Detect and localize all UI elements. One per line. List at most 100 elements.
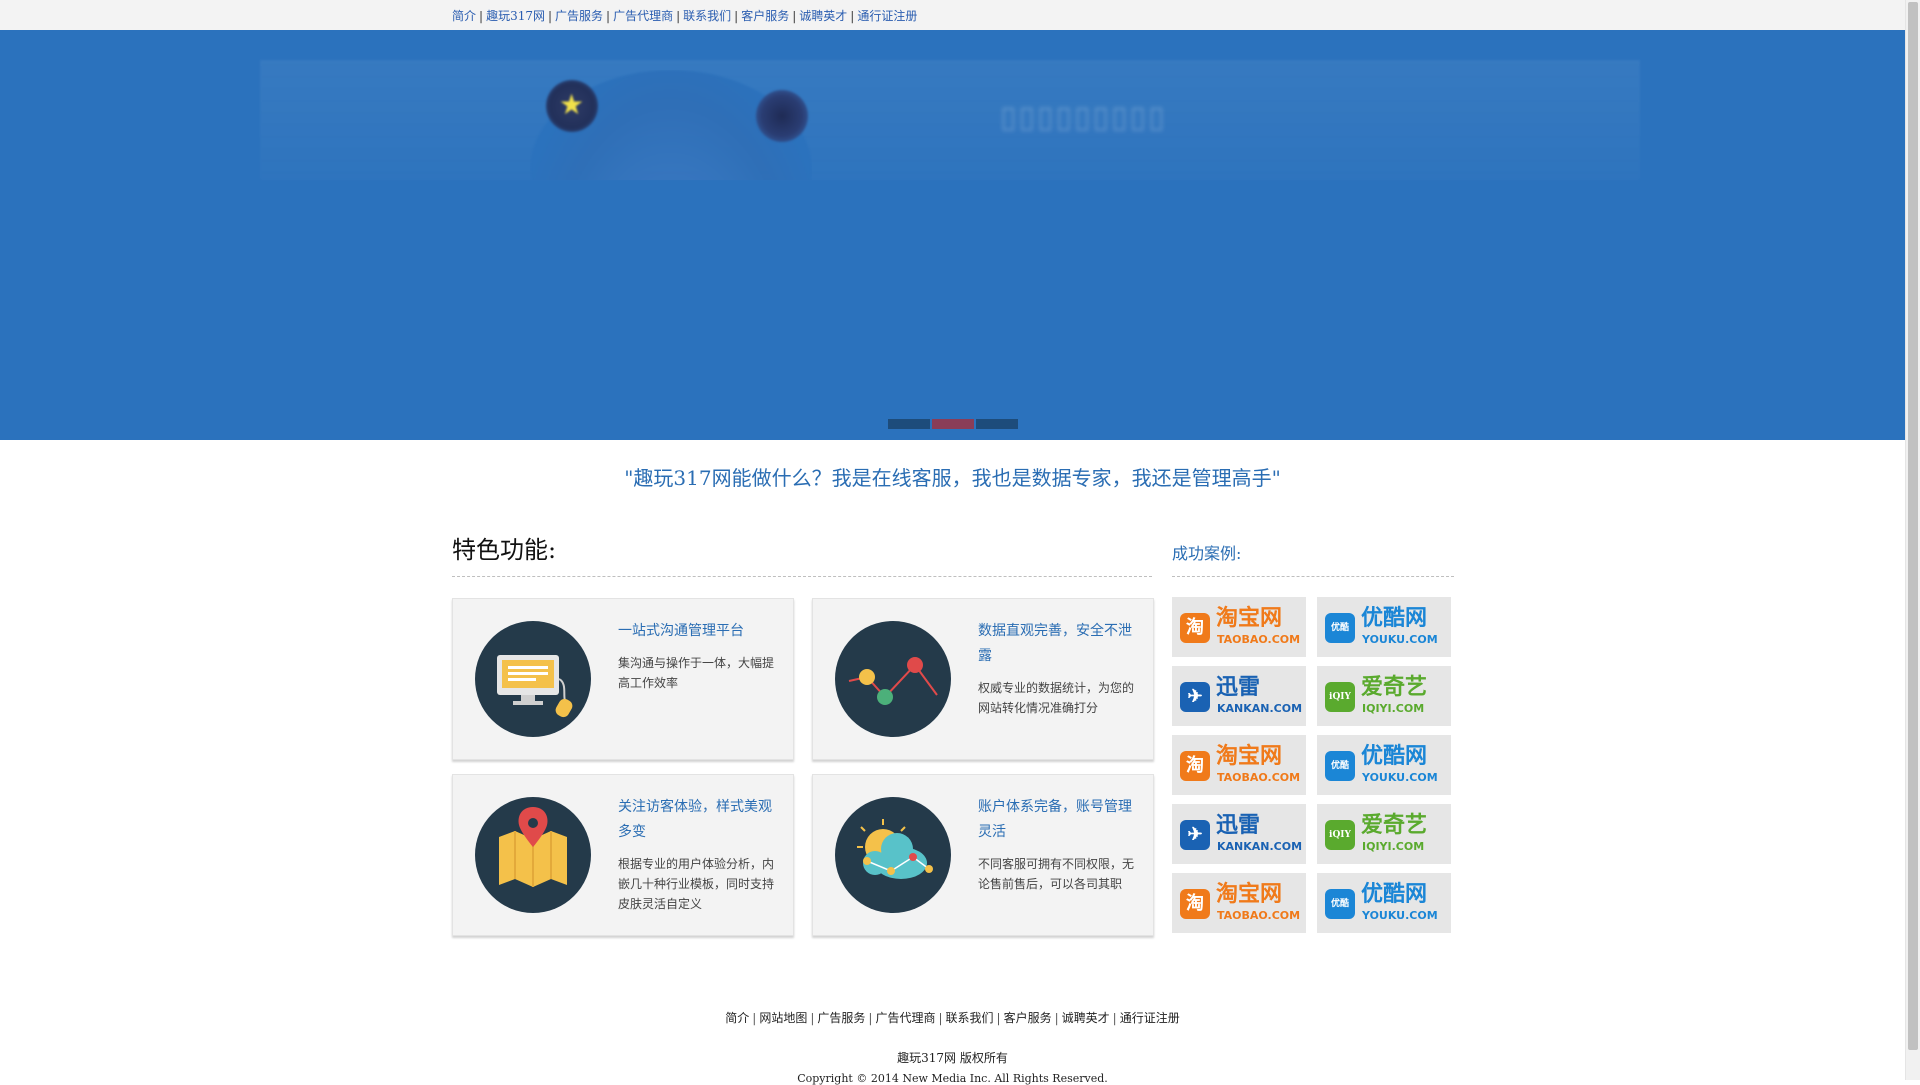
footer-link-ad-service[interactable]: 广告服务 bbox=[817, 1011, 865, 1025]
banner-image-strip bbox=[260, 60, 1640, 180]
footer-link-sitemap[interactable]: 网站地图 bbox=[759, 1011, 807, 1025]
footer-nav: 简介 | 网站地图 | 广告服务 | 广告代理商 | 联系我们 | 客户服务 | 诚聘英才 | 通行证注册 bbox=[0, 1009, 1905, 1026]
top-nav-home[interactable]: 趣玩317网 bbox=[486, 9, 545, 23]
brand-mark-icon: 优酷 bbox=[1325, 889, 1355, 919]
case-logo-name: 优酷网 bbox=[1361, 605, 1428, 631]
footer-link-intro[interactable]: 简介 bbox=[725, 1011, 749, 1025]
case-logo-domain: KANKAN.COM bbox=[1217, 840, 1303, 853]
feature-card-desc: 根据专业的用户体验分析，内嵌几十种行业模板，同时支持皮肤灵活自定义 bbox=[618, 857, 775, 911]
feature-card-3: 关注访客体验，样式美观多变 根据专业的用户体验分析，内嵌几十种行业模板，同时支持… bbox=[452, 774, 794, 936]
case-logo-tile[interactable]: 淘淘宝网 TAOBAO.COM bbox=[1172, 735, 1306, 795]
case-logo-name: 爱奇艺 bbox=[1361, 674, 1428, 700]
brand-mark-icon: 淘 bbox=[1180, 613, 1210, 643]
cloud-network-icon bbox=[835, 797, 951, 913]
case-logo-tile[interactable]: 优酷 优酷网 YOUKU.COM bbox=[1317, 735, 1451, 795]
nav-separator: | bbox=[868, 1011, 873, 1025]
monitor-icon bbox=[475, 621, 591, 737]
case-logo-domain: IQIYI.COM bbox=[1362, 840, 1425, 853]
nav-separator: | bbox=[1112, 1011, 1117, 1025]
case-logo-domain: TAOBAO.COM bbox=[1217, 771, 1301, 784]
top-nav-register[interactable]: 通行证注册 bbox=[857, 9, 917, 23]
case-logo-name: 淘宝网 bbox=[1216, 743, 1283, 769]
feature-card-title: 一站式沟通管理平台 bbox=[618, 623, 744, 639]
nav-separator: | bbox=[1054, 1011, 1059, 1025]
footer-copyright-en: Copyright © 2014 New Media Inc. All Righ… bbox=[797, 1072, 1108, 1085]
case-logo-name: 爱奇艺 bbox=[1361, 812, 1428, 838]
brand-mark-icon: iQIY bbox=[1325, 682, 1355, 712]
feature-card-1: 一站式沟通管理平台 集沟通与操作于一体，大幅提高工作效率 bbox=[452, 598, 794, 760]
line-chart-icon bbox=[835, 621, 951, 737]
brand-mark-icon: 优酷 bbox=[1325, 613, 1355, 643]
feature-card-desc: 集沟通与操作于一体，大幅提高工作效率 bbox=[618, 656, 775, 690]
case-logo-name: 优酷网 bbox=[1361, 743, 1428, 769]
case-logo-domain: KANKAN.COM bbox=[1217, 702, 1303, 715]
top-nav: 简介 | 趣玩317网 | 广告服务 | 广告代理商 | 联系我们 | 客户服务 | 诚聘英才 | 通行证注… bbox=[452, 7, 917, 24]
feature-card-desc: 不同客服可拥有不同权限，无论售前售后，可以各司其职 bbox=[978, 857, 1135, 891]
footer-link-careers[interactable]: 诚聘英才 bbox=[1062, 1011, 1110, 1025]
case-logo-name: 淘宝网 bbox=[1216, 605, 1283, 631]
case-logo-name: 优酷网 bbox=[1361, 881, 1428, 907]
tagline: "趣玩317网能做什么？我是在线客服，我也是数据专家，我还是管理高手" bbox=[624, 466, 1281, 490]
feature-card-2: 数据直观完善，安全不泄露 权威专业的数据统计，为您的网站转化情况准确打分 bbox=[812, 598, 1154, 760]
case-logo-domain: TAOBAO.COM bbox=[1217, 909, 1301, 922]
footer-copyright: 趣玩317网 版权所有 bbox=[897, 1051, 1008, 1065]
brand-mark-icon: ✈ bbox=[1180, 820, 1210, 850]
brand-mark-icon: ✈ bbox=[1180, 682, 1210, 712]
features-heading: 特色功能: bbox=[452, 536, 557, 564]
case-logo-tile[interactable]: 优酷 优酷网 YOUKU.COM bbox=[1317, 873, 1451, 933]
feature-card-title: 账户体系完备，账号管理灵活 bbox=[978, 799, 1132, 840]
banner-blurred-text: ▯▯▯▯▯▯▯▯▯ bbox=[1000, 100, 1167, 135]
nav-separator: | bbox=[810, 1011, 815, 1025]
top-nav-contact[interactable]: 联系我们 bbox=[683, 9, 731, 23]
case-logo-domain: YOUKU.COM bbox=[1362, 909, 1438, 922]
nav-separator: | bbox=[792, 9, 797, 23]
vertical-scrollbar[interactable] bbox=[1905, 0, 1920, 1080]
feature-card-title: 关注访客体验，样式美观多变 bbox=[618, 799, 772, 840]
feature-card-title: 数据直观完善，安全不泄露 bbox=[978, 623, 1132, 664]
banner-star-badge bbox=[546, 80, 598, 132]
brand-mark-icon: 淘 bbox=[1180, 889, 1210, 919]
case-logo-name: 淘宝网 bbox=[1216, 881, 1283, 907]
feature-card-4: 账户体系完备，账号管理灵活 不同客服可拥有不同权限，无论售前售后，可以各司其职 bbox=[812, 774, 1154, 936]
case-logo-domain: YOUKU.COM bbox=[1362, 633, 1438, 646]
case-logo-domain: YOUKU.COM bbox=[1362, 771, 1438, 784]
footer-link-ad-agent[interactable]: 广告代理商 bbox=[875, 1011, 935, 1025]
map-pin-icon bbox=[475, 797, 591, 913]
case-logo-tile[interactable]: ✈ 迅雷 KANKAN.COM bbox=[1172, 804, 1306, 864]
top-bar: 简介 | 趣玩317网 | 广告服务 | 广告代理商 | 联系我们 | 客户服务 | 诚聘英才 | 通行证注… bbox=[0, 0, 1905, 31]
case-logo-tile[interactable]: 淘淘宝网 TAOBAO.COM bbox=[1172, 873, 1306, 933]
top-nav-ad-service[interactable]: 广告服务 bbox=[555, 9, 603, 23]
case-logo-tile[interactable]: 淘淘宝网 TAOBAO.COM bbox=[1172, 597, 1306, 657]
top-nav-ad-agent[interactable]: 广告代理商 bbox=[613, 9, 673, 23]
nav-separator: | bbox=[606, 9, 611, 23]
features-divider bbox=[452, 576, 1152, 577]
cases-heading: 成功案例: bbox=[1172, 544, 1242, 563]
case-logo-tile[interactable]: iQIY 爱奇艺 IQIYI.COM bbox=[1317, 666, 1451, 726]
brand-mark-icon: iQIY bbox=[1325, 820, 1355, 850]
slider-indicators bbox=[888, 419, 1018, 429]
case-logo-tile[interactable]: ✈ 迅雷 KANKAN.COM bbox=[1172, 666, 1306, 726]
slider-dot-3[interactable] bbox=[976, 419, 1018, 429]
hero-banner[interactable]: ▯▯▯▯▯▯▯▯▯ bbox=[0, 30, 1905, 440]
case-logo-name: 迅雷 bbox=[1216, 674, 1261, 700]
footer-link-register[interactable]: 通行证注册 bbox=[1120, 1011, 1180, 1025]
case-logo-tile[interactable]: iQIY 爱奇艺 IQIYI.COM bbox=[1317, 804, 1451, 864]
top-nav-careers[interactable]: 诚聘英才 bbox=[799, 9, 847, 23]
top-nav-customer-service[interactable]: 客户服务 bbox=[741, 9, 789, 23]
nav-separator: | bbox=[676, 9, 681, 23]
nav-separator: | bbox=[547, 9, 553, 23]
slider-dot-2[interactable] bbox=[932, 419, 974, 429]
case-logo-tile[interactable]: 优酷 优酷网 YOUKU.COM bbox=[1317, 597, 1451, 657]
case-logo-name: 迅雷 bbox=[1216, 812, 1261, 838]
slider-dot-1[interactable] bbox=[888, 419, 930, 429]
case-logo-domain: TAOBAO.COM bbox=[1217, 633, 1301, 646]
scrollbar-thumb[interactable] bbox=[1908, 2, 1918, 1050]
nav-separator: | bbox=[479, 9, 484, 23]
top-nav-intro[interactable]: 简介 bbox=[452, 9, 476, 23]
nav-separator: | bbox=[996, 1011, 1001, 1025]
nav-separator: | bbox=[938, 1011, 943, 1025]
footer-link-contact[interactable]: 联系我们 bbox=[946, 1011, 994, 1025]
brand-mark-icon: 淘 bbox=[1180, 751, 1210, 781]
case-logo-domain: IQIYI.COM bbox=[1362, 702, 1425, 715]
footer-link-customer-service[interactable]: 客户服务 bbox=[1004, 1011, 1052, 1025]
